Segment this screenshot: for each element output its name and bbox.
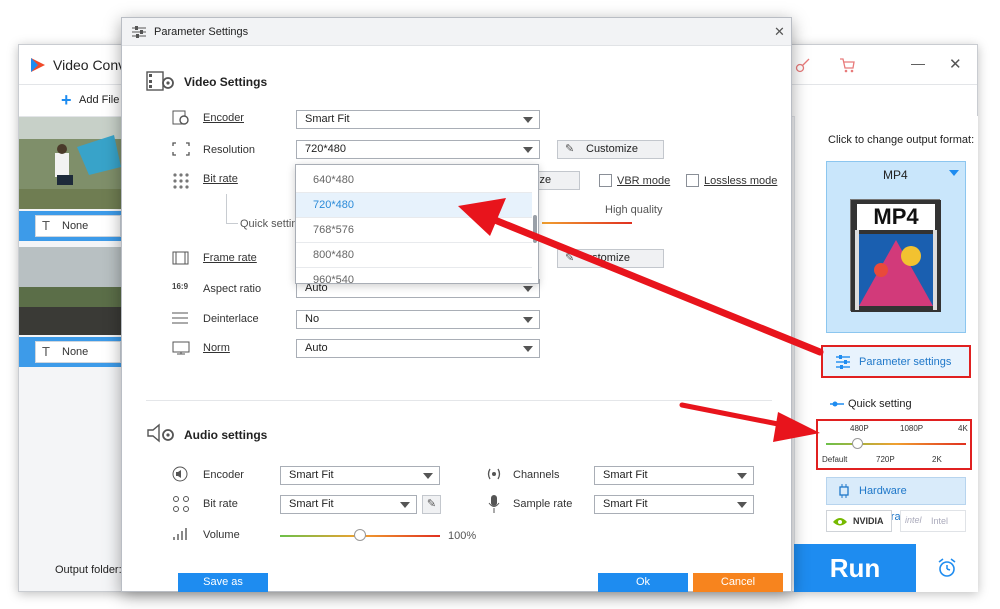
arrow-head-2 xyxy=(773,412,820,442)
arrow-head-1 xyxy=(458,198,506,236)
annotation-arrow-1 xyxy=(486,214,824,356)
annotation-arrows xyxy=(458,198,824,442)
annotation-arrow-2 xyxy=(679,402,791,429)
